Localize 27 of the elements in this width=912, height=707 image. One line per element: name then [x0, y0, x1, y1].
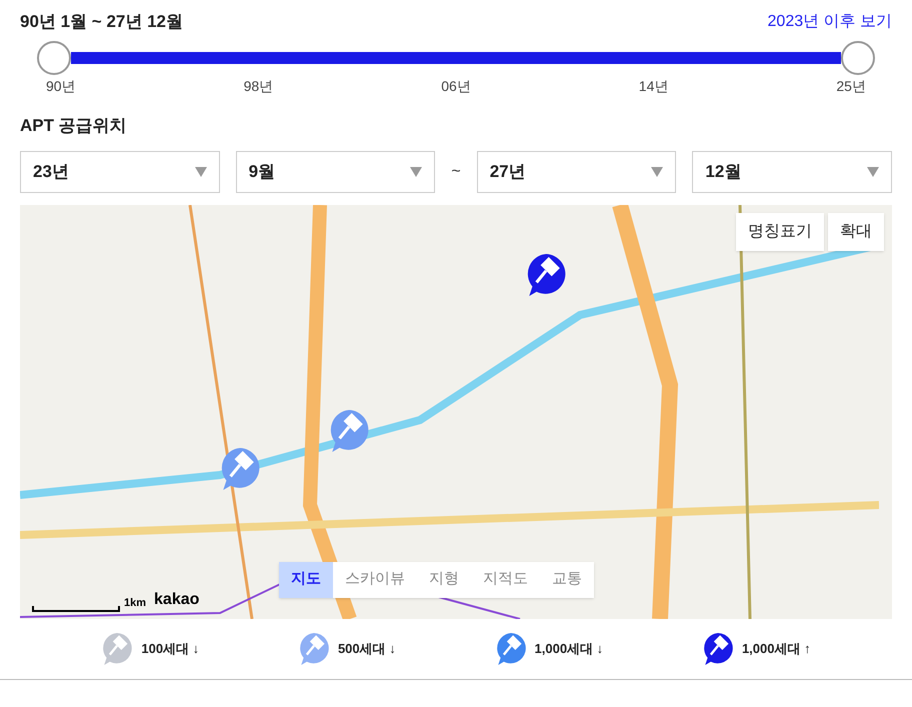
- range-separator: ~: [451, 162, 461, 182]
- legend-label: 1,000세대 ↑: [742, 640, 811, 658]
- map-area[interactable]: 명칭표기 확대 지도 스카이뷰 지형 지적도 교통 1km kakao: [20, 204, 892, 618]
- map-button[interactable]: 확대: [828, 212, 884, 250]
- tick-label: 25년: [836, 77, 866, 96]
- dropdown[interactable]: 23년: [20, 150, 220, 192]
- map-button[interactable]: 명칭표기: [736, 212, 824, 250]
- scale-label: 1km: [124, 596, 146, 611]
- map-type-tab[interactable]: 지적도: [471, 562, 540, 598]
- legend-label: 100세대 ↓: [141, 640, 200, 658]
- period-title: 90년 1월 ~ 27년 12월: [20, 11, 184, 34]
- dropdown[interactable]: 9월: [236, 150, 436, 192]
- dropdown[interactable]: 12월: [692, 150, 892, 192]
- map-type-tab[interactable]: 지형: [417, 562, 471, 598]
- dropdown[interactable]: 27년: [476, 150, 676, 192]
- legend-label: 1,000세대 ↓: [534, 640, 604, 658]
- tick-label: 14년: [638, 77, 668, 96]
- map-logo: kakao: [154, 590, 200, 610]
- tick-label: 90년: [46, 77, 76, 96]
- tick-label: 06년: [441, 77, 471, 96]
- map-type-tab[interactable]: 지도: [279, 562, 333, 598]
- view-after-2023-link[interactable]: 2023년 이후 보기: [768, 10, 892, 34]
- tick-label: 98년: [244, 77, 274, 96]
- section-title: APT 공급위치: [20, 115, 128, 137]
- map-type-tab[interactable]: 스카이뷰: [333, 562, 417, 598]
- legend-label: 500세대 ↓: [338, 640, 396, 658]
- map-type-tab[interactable]: 교통: [540, 562, 594, 598]
